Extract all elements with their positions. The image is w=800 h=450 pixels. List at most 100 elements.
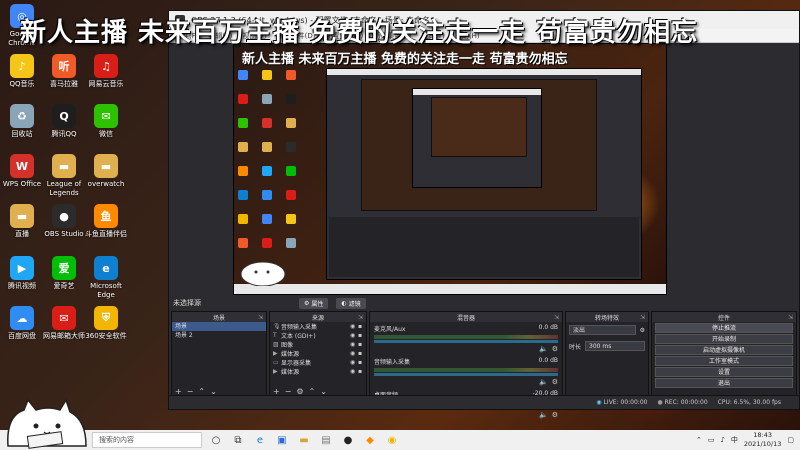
- eye-icon[interactable]: ◉: [350, 350, 358, 357]
- desktop-icon[interactable]: Q 腾讯QQ: [42, 104, 86, 139]
- filter-icon: ◐: [341, 299, 347, 307]
- task-view-icon[interactable]: ⧉: [230, 432, 246, 448]
- lock-icon[interactable]: ▪: [358, 359, 366, 366]
- lock-icon[interactable]: ▪: [358, 332, 366, 339]
- lock-icon[interactable]: ▪: [358, 350, 366, 357]
- dock-float-icon[interactable]: ⇲: [788, 314, 793, 321]
- desktop-icon[interactable]: ▬ overwatch: [84, 154, 128, 189]
- network-icon[interactable]: ▭: [708, 436, 715, 444]
- desktop-icon[interactable]: e Microsoft Edge: [84, 256, 128, 300]
- dock-float-icon[interactable]: ⇲: [258, 314, 263, 321]
- mixer-channel-db: 0.0 dB: [538, 357, 558, 364]
- gear-icon[interactable]: ⚙: [640, 327, 645, 334]
- notepad-icon[interactable]: ▤: [318, 432, 334, 448]
- edge-icon[interactable]: e: [252, 432, 268, 448]
- notification-icon[interactable]: ▢: [787, 436, 794, 444]
- eye-icon[interactable]: ◉: [350, 323, 358, 330]
- mute-icon[interactable]: 🔈: [539, 378, 548, 386]
- desktop-icon-label: 网易邮箱大师: [43, 332, 85, 340]
- taskbar-search[interactable]: 搜索的内容: [92, 432, 202, 448]
- volume-meter: [374, 335, 558, 339]
- eye-icon[interactable]: ◉: [350, 359, 358, 366]
- security-taskbar-icon[interactable]: ◉: [384, 432, 400, 448]
- duration-input[interactable]: 300 ms: [585, 341, 645, 351]
- properties-button[interactable]: ⚙ 属性: [299, 297, 329, 309]
- obs-taskbar-icon[interactable]: ●: [340, 432, 356, 448]
- source-item[interactable]: ▭ 显示器采集 ◉ ▪: [270, 358, 366, 367]
- control-button[interactable]: 退出: [655, 378, 793, 388]
- control-button[interactable]: 开始录制: [655, 334, 793, 344]
- desktop-icon[interactable]: ♻ 回收站: [0, 104, 44, 139]
- cortana-icon[interactable]: ○: [208, 432, 224, 448]
- source-item[interactable]: 🎙 音频输入采集 ◉ ▪: [270, 322, 366, 331]
- sources-dock: 来源 ⇲ 🎙 音频输入采集 ◉ ▪ T 文本 (GDI+) ◉ ▪ ▨ 图像 ◉ ▪ ▶ 媒体源 ◉ ▪ ▭ 显示…: [269, 311, 367, 397]
- eye-icon[interactable]: ◉: [350, 341, 358, 348]
- source-item[interactable]: T 文本 (GDI+) ◉ ▪: [270, 331, 366, 340]
- desktop-icon[interactable]: ⛨ 360安全软件: [84, 306, 128, 341]
- folder-icon: ▬: [10, 204, 34, 228]
- desktop-icon[interactable]: ✉ 网易邮箱大师: [42, 306, 86, 341]
- ime-indicator[interactable]: 中: [731, 435, 738, 445]
- mixer-channel-header: 音频输入采集 0.0 dB: [374, 357, 558, 366]
- gear-icon[interactable]: ⚙: [552, 345, 558, 353]
- desktop-icon[interactable]: ▬ League of Legends: [42, 154, 86, 198]
- desktop-icon[interactable]: ▬ 直播: [0, 204, 44, 239]
- desktop-icon[interactable]: ☁ 百度网盘: [0, 306, 44, 341]
- control-button[interactable]: 设置: [655, 367, 793, 377]
- desktop-icon[interactable]: 听喜马拉雅: [42, 54, 86, 89]
- desktop-icon[interactable]: ♫ 网易云音乐: [84, 54, 128, 89]
- gear-icon: ⚙: [304, 299, 310, 307]
- eye-icon[interactable]: ◉: [350, 332, 358, 339]
- desktop-icon[interactable]: ✉ 微信: [84, 104, 128, 139]
- source-item[interactable]: ▶ 媒体源 ◉ ▪: [270, 367, 366, 376]
- lock-icon[interactable]: ▪: [358, 323, 366, 330]
- obs-preview[interactable]: 新人主播 未来百万主播 免费的关注走一走 苟富贵勿相忘: [233, 43, 667, 295]
- source-item[interactable]: ▨ 图像 ◉ ▪: [270, 340, 366, 349]
- controls-title: 控件: [717, 314, 730, 322]
- douyu-taskbar-icon[interactable]: ◆: [362, 432, 378, 448]
- filters-button[interactable]: ◐ 滤镜: [336, 297, 366, 309]
- preview-desktop-icon: [262, 214, 272, 224]
- desktop-icon[interactable]: ▶ 腾讯视频: [0, 256, 44, 291]
- file-explorer-icon[interactable]: ▬: [296, 432, 312, 448]
- transition-select[interactable]: 淡出: [569, 325, 636, 335]
- gear-icon[interactable]: ⚙: [552, 378, 558, 386]
- cat-sticker: [7, 398, 87, 449]
- source-item[interactable]: ▶ 媒体源 ◉ ▪: [270, 349, 366, 358]
- mute-icon[interactable]: 🔈: [539, 411, 548, 419]
- lock-icon[interactable]: ▪: [358, 368, 366, 375]
- desktop-icon[interactable]: 鱼斗鱼直播伴侣: [84, 204, 128, 239]
- control-button[interactable]: 停止推流: [655, 323, 793, 333]
- obs-window: OBS 27.1.3 (64-bit, windows) - 配置文件: 未命名…: [168, 10, 800, 419]
- iqiyi-icon: 爱: [52, 256, 76, 280]
- source-name: 显示器采集: [281, 360, 312, 367]
- desktop-icon[interactable]: ♪ QQ音乐: [0, 54, 44, 89]
- preview-desktop-icon: [286, 94, 296, 104]
- store-icon[interactable]: ▣: [274, 432, 290, 448]
- volume-icon[interactable]: ♪: [720, 436, 724, 444]
- preview-desktop-icon: [238, 142, 248, 152]
- chevron-up-icon[interactable]: ⌃: [696, 436, 702, 444]
- mute-icon[interactable]: 🔈: [539, 345, 548, 353]
- eye-icon[interactable]: ◉: [350, 368, 358, 375]
- dock-float-icon[interactable]: ⇲: [640, 314, 645, 321]
- taskbar-apps: ○ ⧉ e ▣ ▬ ▤ ● ◆ ◉: [208, 432, 400, 448]
- dock-float-icon[interactable]: ⇲: [358, 314, 363, 321]
- obs-statusbar: ◉ LIVE: 00:00:00 ● REC: 00:00:00 CPU: 6.…: [169, 395, 799, 409]
- dock-float-icon[interactable]: ⇲: [554, 314, 559, 321]
- control-button[interactable]: 工作室模式: [655, 356, 793, 366]
- taskbar-clock[interactable]: 18:43 2021/10/13: [744, 431, 781, 449]
- desktop-icon[interactable]: W WPS Office: [0, 154, 44, 189]
- lock-icon[interactable]: ▪: [358, 341, 366, 348]
- volume-slider[interactable]: [374, 373, 558, 376]
- scene-item[interactable]: 场景: [172, 322, 266, 331]
- desktop-icon[interactable]: ● OBS Studio: [42, 204, 86, 239]
- monitor-icon: ▭: [273, 359, 279, 366]
- desktop-icon[interactable]: 爱爱奇艺: [42, 256, 86, 291]
- preview-desktop-icon: [286, 190, 296, 200]
- control-button[interactable]: 启动虚拟摄像机: [655, 345, 793, 355]
- scene-item[interactable]: 场景 2: [172, 331, 266, 340]
- gear-icon[interactable]: ⚙: [552, 411, 558, 419]
- volume-slider[interactable]: [374, 340, 558, 343]
- stream-banner-text: 新人主播 未来百万主播 免费的关注走一走 苟富贵勿相忘: [20, 18, 699, 48]
